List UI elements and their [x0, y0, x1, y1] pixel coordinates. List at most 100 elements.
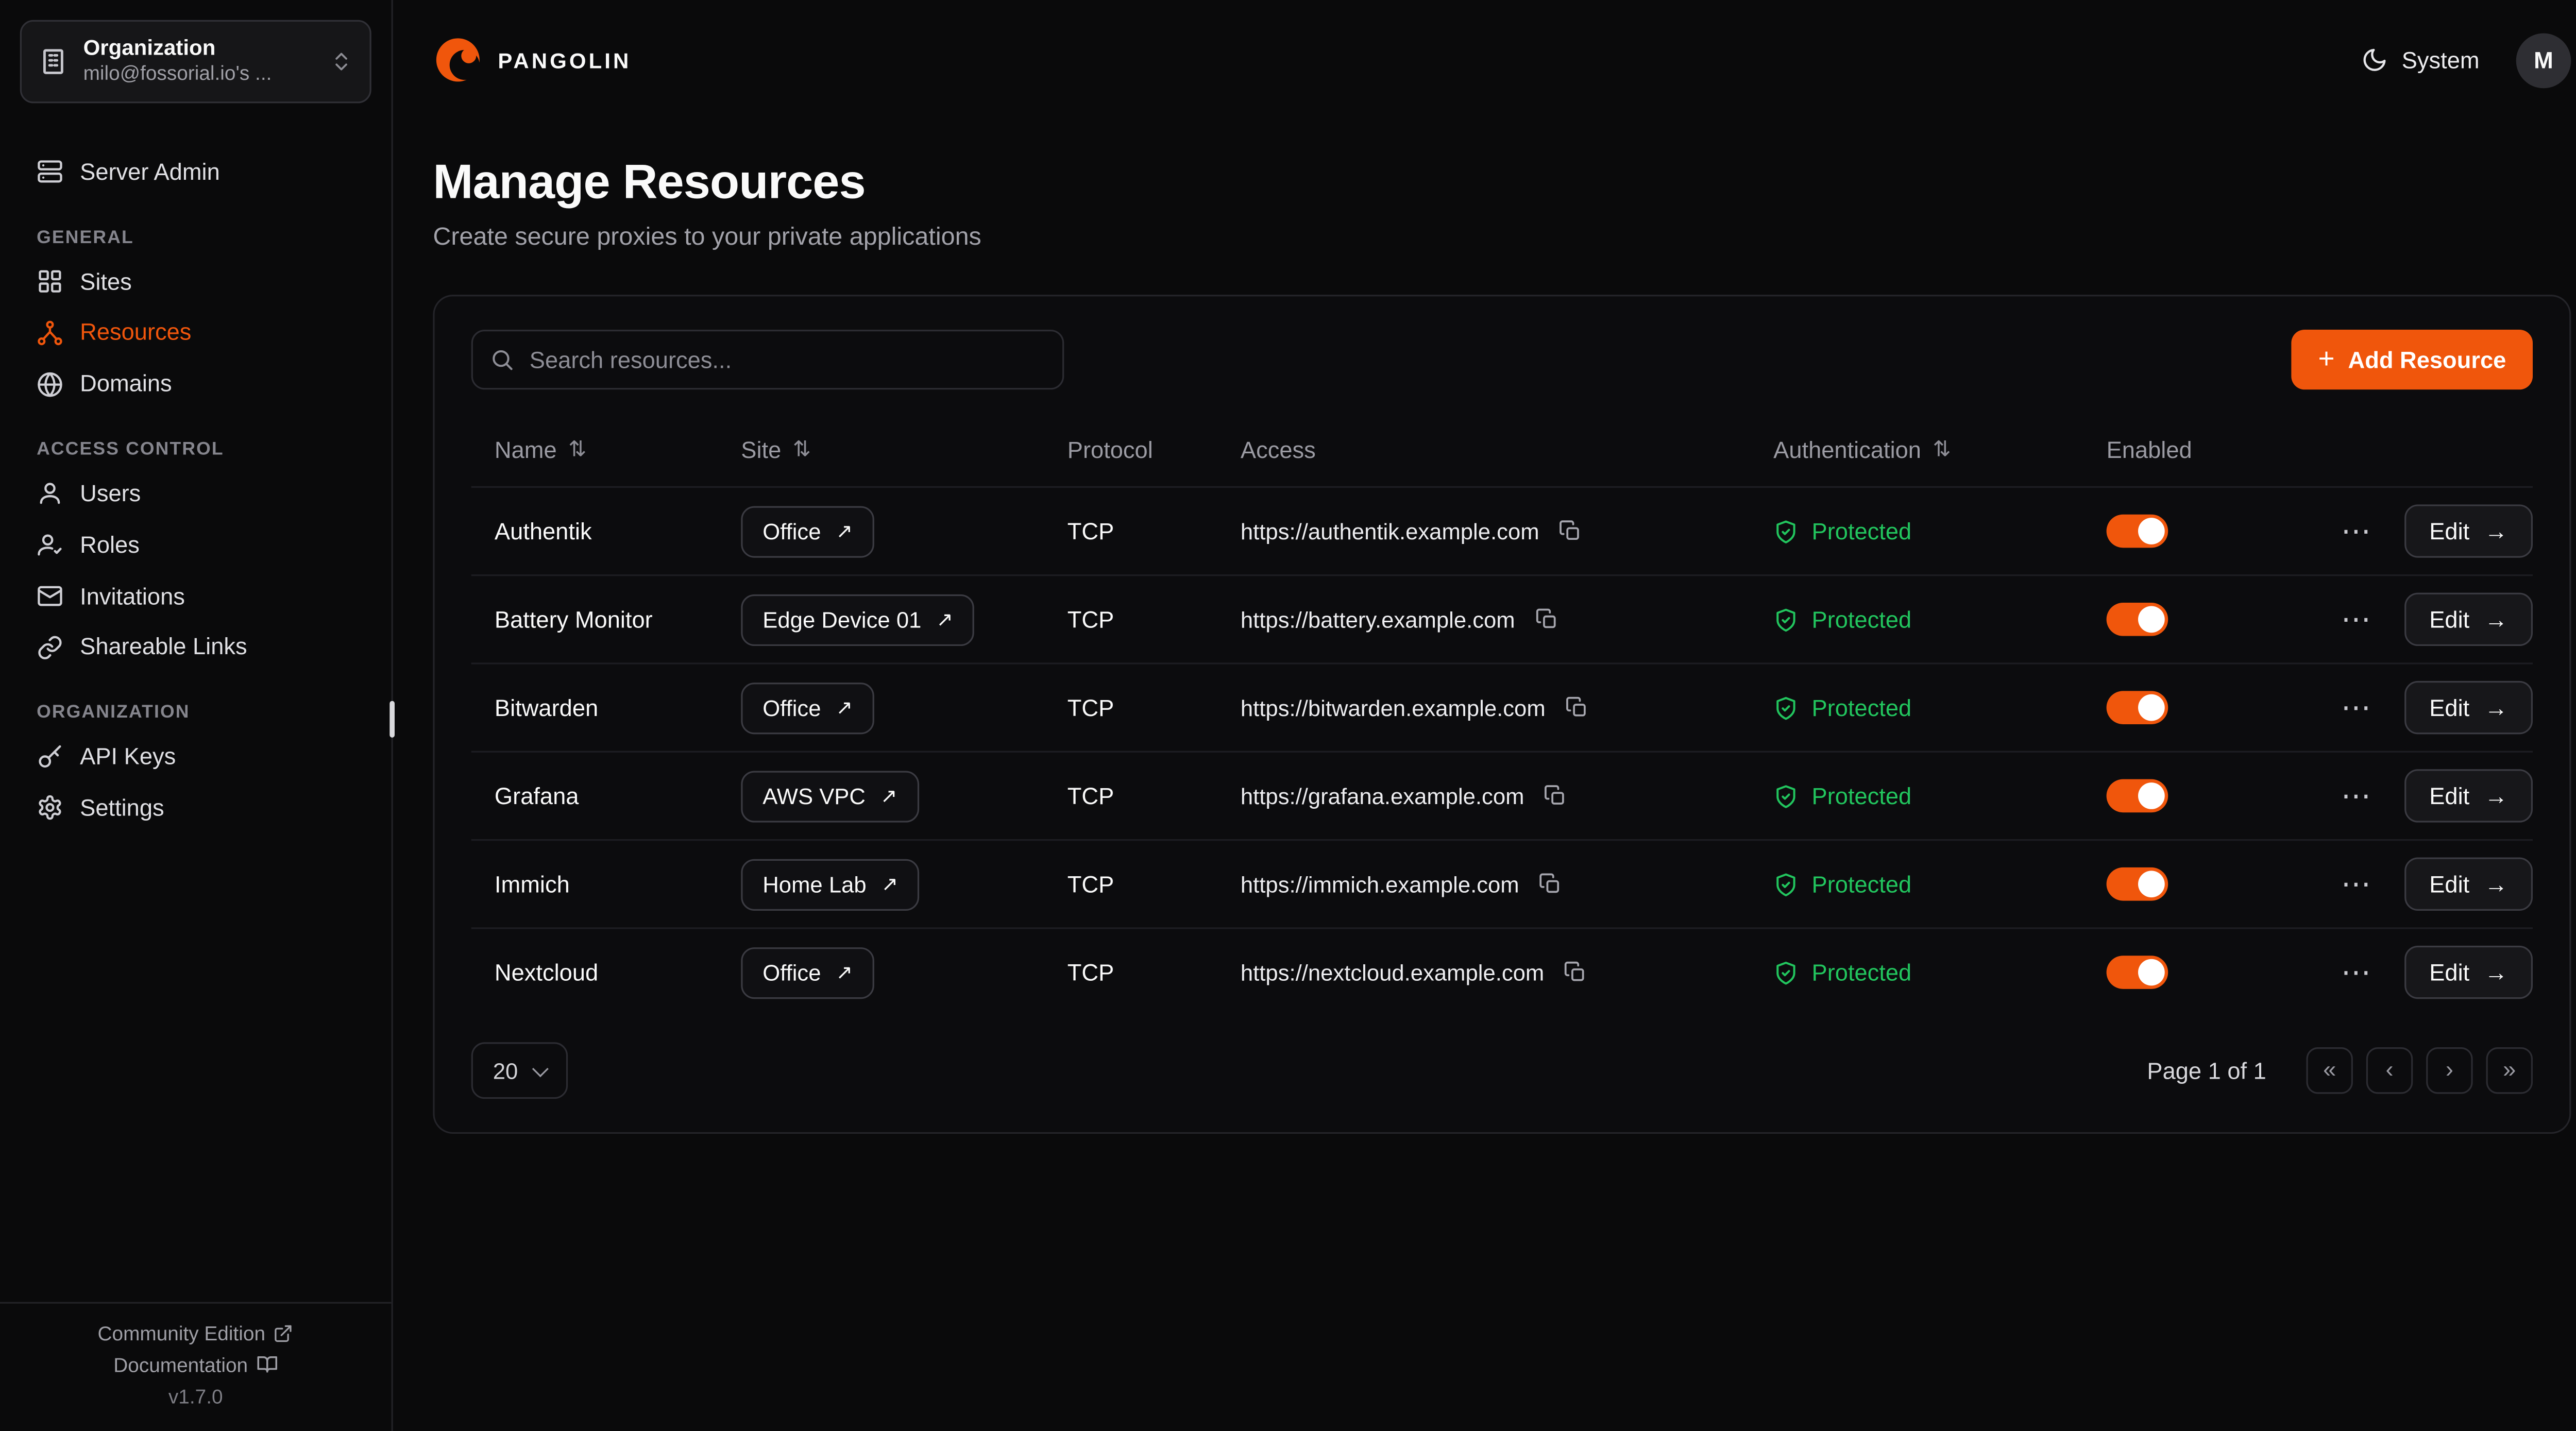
copy-icon[interactable] [1562, 693, 1592, 723]
next-page-button[interactable]: › [2426, 1047, 2472, 1094]
site-link-button[interactable]: Office ↗ [741, 505, 874, 557]
site-link-button[interactable]: AWS VPC ↗ [741, 770, 919, 822]
row-menu-button[interactable]: ⋯ [2334, 866, 2378, 902]
search-input[interactable] [471, 330, 1064, 389]
first-page-button[interactable]: « [2306, 1047, 2352, 1094]
site-link-button[interactable]: Office ↗ [741, 946, 874, 998]
sidebar-item-api-keys[interactable]: API Keys [20, 731, 371, 783]
sort-icon[interactable]: ⇅ [1933, 436, 1951, 463]
building-icon [38, 46, 68, 76]
copy-icon[interactable] [1536, 869, 1566, 899]
site-name: Office [762, 695, 821, 720]
section-heading-organization: ORGANIZATION [37, 703, 354, 723]
edit-button[interactable]: Edit → [2404, 769, 2533, 822]
site-link-button[interactable]: Edge Device 01 ↗ [741, 593, 975, 645]
row-menu-button[interactable]: ⋯ [2334, 777, 2378, 814]
documentation-link[interactable]: Documentation [13, 1353, 378, 1376]
sidebar-item-label: Resources [80, 319, 191, 347]
resource-protocol: TCP [1044, 518, 1217, 544]
enabled-toggle[interactable] [2107, 515, 2168, 548]
external-link-icon: ↗ [836, 521, 853, 541]
sidebar-nav: Server Admin GENERAL Sites Resources ACC… [0, 123, 392, 834]
enabled-toggle[interactable] [2107, 779, 2168, 813]
sidebar-item-resources[interactable]: Resources [20, 307, 371, 359]
sort-icon[interactable]: ⇅ [793, 436, 811, 463]
sidebar: Organization milo@fossorial.io's ... Ser… [0, 0, 393, 1431]
sidebar-footer: Community Edition Documentation v1.7.0 [0, 1301, 392, 1431]
enabled-toggle[interactable] [2107, 691, 2168, 724]
enabled-toggle[interactable] [2107, 956, 2168, 989]
edit-button[interactable]: Edit → [2404, 946, 2533, 999]
column-header-access: Access [1217, 436, 1750, 463]
link-icon [37, 634, 63, 661]
row-menu-button[interactable]: ⋯ [2334, 601, 2378, 638]
sidebar-item-invitations[interactable]: Invitations [20, 570, 371, 622]
server-icon [37, 159, 63, 185]
external-link-icon: ↗ [836, 962, 853, 982]
sidebar-item-domains[interactable]: ACCESS CONTROL Domains [20, 359, 371, 410]
auth-status: Protected [1750, 606, 2083, 633]
edit-button[interactable]: Edit → [2404, 504, 2533, 557]
external-link-icon: ↗ [882, 874, 899, 894]
table-row: Immich Home Lab ↗ TCP https://immich.exa… [471, 839, 2533, 927]
enabled-toggle[interactable] [2107, 867, 2168, 901]
resource-protocol: TCP [1044, 959, 1217, 986]
page-size-select[interactable]: 20 [471, 1042, 568, 1099]
copy-icon[interactable] [1532, 604, 1562, 634]
globe-icon [37, 371, 63, 398]
topbar: PANGOLIN System M [433, 0, 2571, 120]
arrow-right-icon: → [2484, 873, 2507, 896]
resource-url: https://grafana.example.com [1241, 783, 1524, 808]
chevrons-up-down-icon [330, 50, 353, 73]
enabled-toggle[interactable] [2107, 603, 2168, 636]
site-link-button[interactable]: Home Lab ↗ [741, 858, 920, 910]
edit-button[interactable]: Edit → [2404, 858, 2533, 911]
community-edition-link[interactable]: Community Edition [13, 1321, 378, 1344]
row-menu-button[interactable]: ⋯ [2334, 954, 2378, 991]
last-page-button[interactable]: » [2486, 1047, 2533, 1094]
plus-icon: + [2318, 345, 2335, 373]
sidebar-item-shareable-links[interactable]: Shareable Links [20, 622, 371, 673]
table-row: Bitwarden Office ↗ TCP https://bitwarden… [471, 662, 2533, 751]
sidebar-item-label: Invitations [80, 582, 185, 610]
gear-icon [37, 795, 63, 822]
previous-page-button[interactable]: ‹ [2366, 1047, 2413, 1094]
copy-icon[interactable] [1556, 516, 1586, 546]
sidebar-item-users[interactable]: Users [20, 468, 371, 519]
sidebar-item-roles[interactable]: Roles [20, 519, 371, 571]
edit-button[interactable]: Edit → [2404, 681, 2533, 734]
site-name: Home Lab [762, 872, 866, 896]
sidebar-scrollbar[interactable] [389, 701, 395, 738]
sidebar-item-server-admin[interactable]: Server Admin [20, 146, 371, 198]
theme-label: System [2402, 46, 2480, 73]
copy-icon[interactable] [1541, 781, 1571, 811]
copy-icon[interactable] [1561, 957, 1591, 987]
shield-check-icon [1773, 695, 1798, 720]
column-header-enabled: Enabled [2083, 436, 2296, 463]
chevrons-right-icon: » [2503, 1055, 2516, 1082]
resource-url: https://bitwarden.example.com [1241, 695, 1546, 720]
row-menu-button[interactable]: ⋯ [2334, 689, 2378, 726]
row-menu-button[interactable]: ⋯ [2334, 513, 2378, 549]
avatar[interactable]: M [2516, 32, 2571, 88]
shield-check-icon [1773, 519, 1798, 543]
sort-icon[interactable]: ⇅ [568, 436, 586, 463]
search-icon [489, 347, 514, 372]
column-header-site: Site ⇅ [718, 436, 1044, 463]
add-resource-button[interactable]: + Add Resource [2292, 330, 2533, 389]
resource-url: https://authentik.example.com [1241, 519, 1539, 543]
external-link-icon [274, 1323, 294, 1343]
resource-name: Battery Monitor [471, 606, 718, 633]
arrow-right-icon: → [2484, 961, 2507, 984]
sidebar-item-sites[interactable]: Sites [20, 256, 371, 308]
brand: PANGOLIN [433, 35, 631, 85]
shield-check-icon [1773, 783, 1798, 808]
sidebar-item-settings[interactable]: Settings [20, 782, 371, 834]
external-link-icon: ↗ [836, 697, 853, 718]
theme-toggle[interactable]: System [2362, 46, 2479, 73]
edit-button[interactable]: Edit → [2404, 593, 2533, 646]
external-link-icon: ↗ [936, 609, 953, 629]
site-link-button[interactable]: Office ↗ [741, 682, 874, 734]
mail-icon [37, 583, 63, 609]
org-selector[interactable]: Organization milo@fossorial.io's ... [20, 20, 371, 103]
